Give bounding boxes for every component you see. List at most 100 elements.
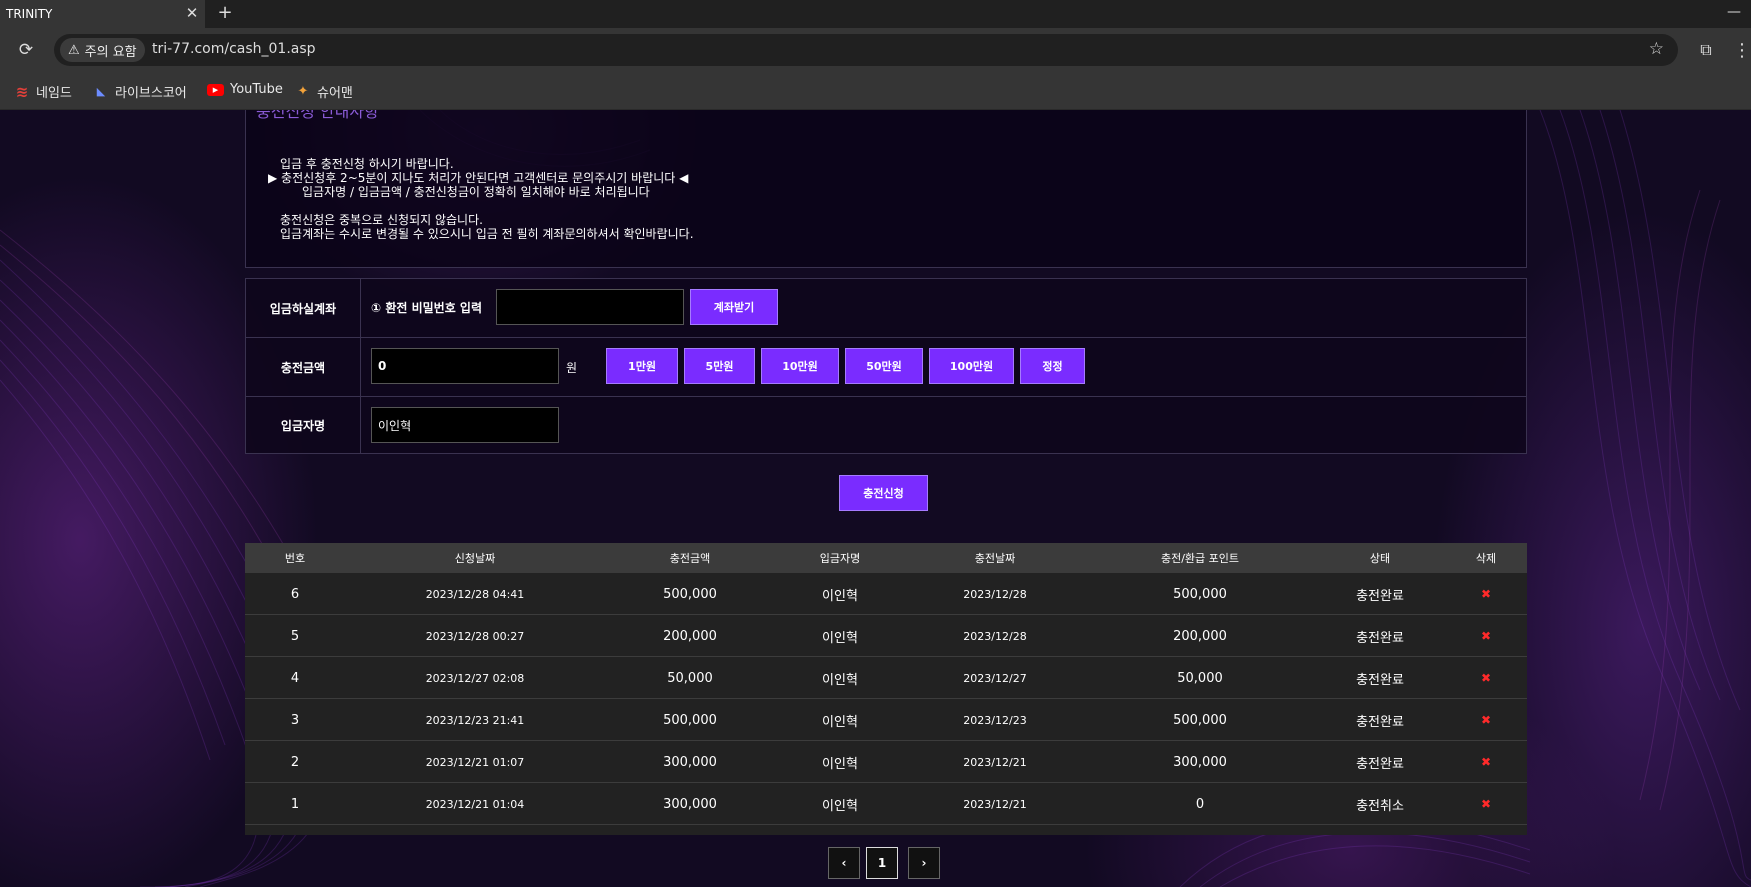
cell-status: 충전완료: [1356, 756, 1404, 772]
form-row-amount: 충전금액 0 원 1만원 5만원 10만원 50만원 100만원 정정: [246, 338, 1526, 397]
table-row: 4 2023/12/27 02:08 50,000 이인혁 2023/12/27…: [245, 657, 1527, 699]
cell-no: 5: [290, 628, 300, 644]
cell-points: 200,000: [1173, 628, 1227, 644]
cell-name: 이인혁: [822, 714, 858, 730]
browser-tab-bar: TRINITY ✕ + —: [0, 0, 1751, 28]
bookmark-item[interactable]: ≋ 네임드: [14, 82, 72, 102]
bookmark-item[interactable]: ▶ YouTube: [207, 82, 283, 97]
cell-points: 300,000: [1173, 754, 1227, 770]
tab-close-icon[interactable]: ✕: [182, 3, 202, 23]
won-unit: 원: [566, 361, 578, 375]
bookmark-item[interactable]: ✦ 슈어맨: [295, 82, 353, 101]
table-row: 1 2023/12/21 01:04 300,000 이인혁 2023/12/2…: [245, 783, 1527, 825]
menu-kebab-icon[interactable]: ⋮: [1733, 38, 1751, 62]
sureman-icon: ✦: [297, 84, 309, 99]
form-row-depositor: 입금자명 이인혁: [246, 397, 1526, 454]
cell-charged: 2023/12/21: [963, 755, 1027, 769]
amount-input[interactable]: 0: [371, 348, 559, 384]
charge-history-table: 번호 신청날짜 충전금액 입금자명 충전날짜 충전/환급 포인트 상태 삭제 6…: [245, 543, 1527, 835]
next-page-button[interactable]: ›: [908, 847, 940, 879]
cell-status: 충전완료: [1356, 630, 1404, 646]
delete-icon[interactable]: ✖: [1445, 657, 1527, 699]
delete-icon[interactable]: ✖: [1445, 573, 1527, 615]
charge-submit-button[interactable]: 충전신청: [839, 475, 928, 511]
security-warning-label: 주의 요함: [84, 44, 137, 60]
get-account-button[interactable]: 계좌받기: [690, 289, 778, 325]
cell-no: 3: [290, 712, 300, 728]
delete-icon[interactable]: ✖: [1445, 615, 1527, 657]
address-bar[interactable]: ⚠ 주의 요함 tri-77.com/cash_01.asp ☆: [54, 34, 1678, 66]
naver-icon: ≋: [15, 82, 29, 101]
depositor-label: 입금자명: [246, 397, 361, 454]
amount-50k-button[interactable]: 5만원: [684, 348, 755, 384]
column-header: 충전/환급 포인트: [1160, 552, 1240, 565]
prev-page-button[interactable]: ‹: [828, 847, 860, 879]
cell-amount: 50,000: [667, 670, 713, 686]
cell-status: 충전취소: [1356, 798, 1404, 814]
notice-line: 입금 후 충전신청 하시기 바랍니다.: [280, 157, 454, 171]
page-content: 충전신청 안내사항 입금 후 충전신청 하시기 바랍니다. ▶ 충전신청후 2~…: [0, 110, 1751, 887]
notice-box: 충전신청 안내사항 입금 후 충전신청 하시기 바랍니다. ▶ 충전신청후 2~…: [245, 110, 1527, 268]
delete-icon[interactable]: ✖: [1445, 783, 1527, 825]
cell-name: 이인혁: [822, 756, 858, 772]
bookmark-star-icon[interactable]: ☆: [1649, 39, 1664, 59]
extensions-icon[interactable]: ⧉: [1694, 38, 1718, 62]
amount-1m-button[interactable]: 100만원: [929, 348, 1014, 384]
youtube-icon: ▶: [207, 83, 224, 96]
new-tab-icon[interactable]: +: [214, 1, 236, 23]
notice-heading: 충전신청 안내사항: [256, 110, 379, 121]
bookmark-item[interactable]: ◣ 라이브스코어: [93, 82, 187, 101]
cell-requested: 2023/12/21 01:07: [425, 755, 525, 769]
cell-requested: 2023/12/21 01:04: [425, 797, 525, 811]
cell-amount: 300,000: [663, 754, 717, 770]
column-header: 신청날짜: [454, 552, 496, 565]
cell-requested: 2023/12/27 02:08: [425, 671, 525, 685]
amount-500k-button[interactable]: 50만원: [845, 348, 923, 384]
table-row: 3 2023/12/23 21:41 500,000 이인혁 2023/12/2…: [245, 699, 1527, 741]
column-header: 상태: [1369, 552, 1391, 565]
cell-status: 충전완료: [1356, 672, 1404, 688]
security-warning-chip[interactable]: ⚠ 주의 요함: [60, 38, 145, 62]
cell-points: 50,000: [1177, 670, 1223, 686]
depositor-input[interactable]: 이인혁: [371, 407, 559, 443]
withdraw-password-input[interactable]: [496, 289, 684, 325]
delete-icon[interactable]: ✖: [1445, 741, 1527, 783]
bookmark-label: YouTube: [230, 82, 283, 97]
cell-name: 이인혁: [822, 672, 858, 688]
cell-charged: 2023/12/23: [963, 713, 1027, 727]
livescore-icon: ◣: [96, 85, 106, 98]
amount-100k-button[interactable]: 10만원: [761, 348, 839, 384]
cell-amount: 300,000: [663, 796, 717, 812]
minimize-icon[interactable]: —: [1717, 0, 1751, 24]
bookmark-label: 네임드: [36, 86, 72, 101]
cell-no: 4: [290, 670, 300, 686]
account-label: 입금하실계좌: [246, 279, 361, 337]
cell-charged: 2023/12/21: [963, 797, 1027, 811]
delete-icon[interactable]: ✖: [1445, 699, 1527, 741]
cell-points: 0: [1195, 796, 1205, 812]
warning-icon: ⚠: [68, 42, 80, 58]
cell-requested: 2023/12/28 00:27: [425, 629, 525, 643]
bookmarks-bar: ≋ 네임드 ◣ 라이브스코어 ▶ YouTube ✦ 슈어맨: [0, 72, 1751, 110]
cell-name: 이인혁: [822, 588, 858, 604]
reload-icon[interactable]: ⟳: [14, 38, 38, 62]
cell-name: 이인혁: [822, 798, 858, 814]
current-page-button[interactable]: 1: [866, 847, 898, 879]
notice-line: 충전신청은 중복으로 신청되지 않습니다.: [280, 213, 483, 227]
browser-tab[interactable]: TRINITY ✕: [0, 0, 205, 28]
cell-charged: 2023/12/28: [963, 629, 1027, 643]
notice-line: 입금자명 / 입금금액 / 충전신청금이 정확히 일치해야 바로 처리됩니다: [302, 185, 650, 199]
table-row: 2 2023/12/21 01:07 300,000 이인혁 2023/12/2…: [245, 741, 1527, 783]
cell-no: 2: [290, 754, 300, 770]
cell-name: 이인혁: [822, 630, 858, 646]
url-text[interactable]: tri-77.com/cash_01.asp: [152, 41, 316, 57]
column-header: 충전금액: [669, 552, 711, 565]
cell-amount: 200,000: [663, 628, 717, 644]
charge-form: 입금하실계좌 ① 환전 비밀번호 입력 계좌받기 충전금액 0 원 1만원 5만…: [245, 278, 1527, 454]
amount-reset-button[interactable]: 정정: [1020, 348, 1085, 384]
amount-10k-button[interactable]: 1만원: [606, 348, 678, 384]
browser-toolbar: ⟳ ⚠ 주의 요함 tri-77.com/cash_01.asp ☆ ⧉ ⋮: [0, 28, 1751, 72]
cell-charged: 2023/12/28: [963, 587, 1027, 601]
cell-no: 1: [290, 796, 300, 812]
table-header: 번호 신청날짜 충전금액 입금자명 충전날짜 충전/환급 포인트 상태 삭제: [245, 543, 1527, 573]
